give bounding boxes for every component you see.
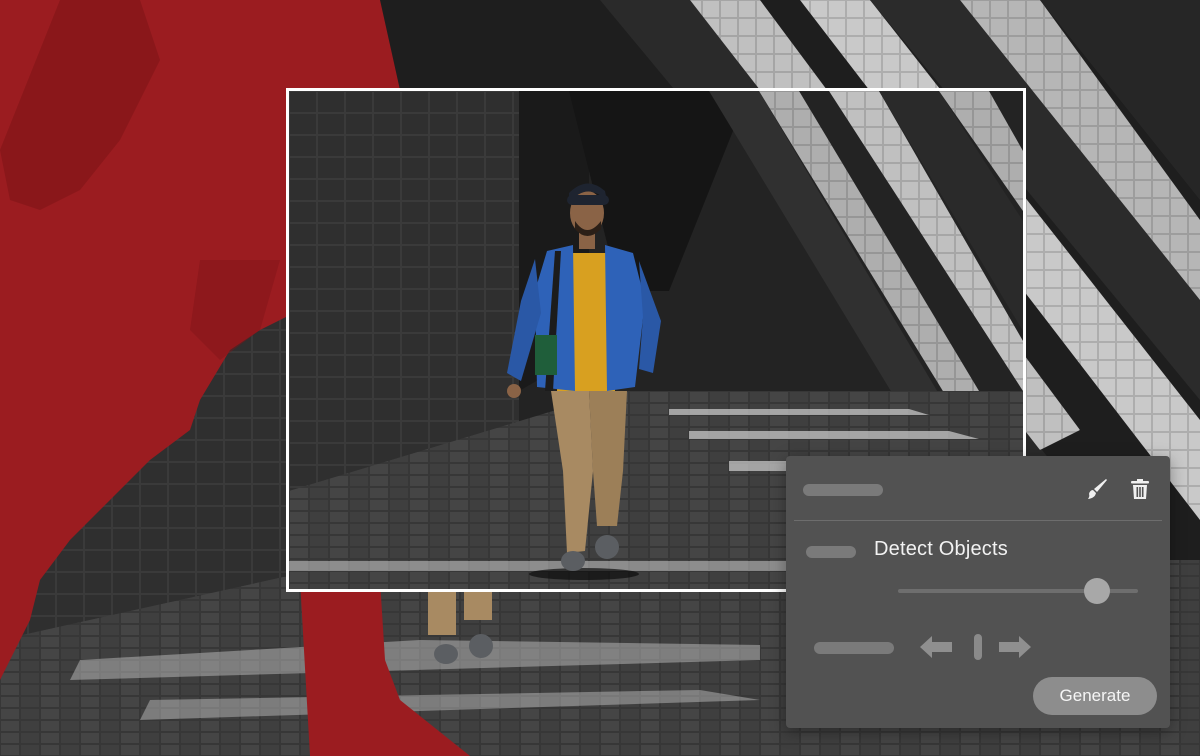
nav-label-placeholder: [814, 642, 894, 654]
detect-objects-label: Detect Objects: [874, 538, 1008, 560]
panel-header: [786, 456, 1170, 520]
generate-button[interactable]: Generate: [1033, 677, 1157, 715]
paintbrush-icon[interactable]: [1082, 474, 1112, 504]
panel-divider: [794, 520, 1162, 521]
object-detection-panel: Detect Objects Generate: [786, 456, 1170, 728]
arrow-left-icon[interactable]: [919, 632, 953, 662]
panel-title-placeholder: [803, 484, 883, 496]
detect-toggle-placeholder[interactable]: [806, 546, 856, 558]
trash-icon[interactable]: [1125, 474, 1155, 504]
arrow-right-icon[interactable]: [998, 632, 1032, 662]
detection-slider[interactable]: [898, 578, 1138, 604]
canvas-stage: Detect Objects Generate: [0, 0, 1200, 756]
divider-handle[interactable]: [974, 634, 982, 660]
slider-thumb[interactable]: [1084, 578, 1111, 604]
